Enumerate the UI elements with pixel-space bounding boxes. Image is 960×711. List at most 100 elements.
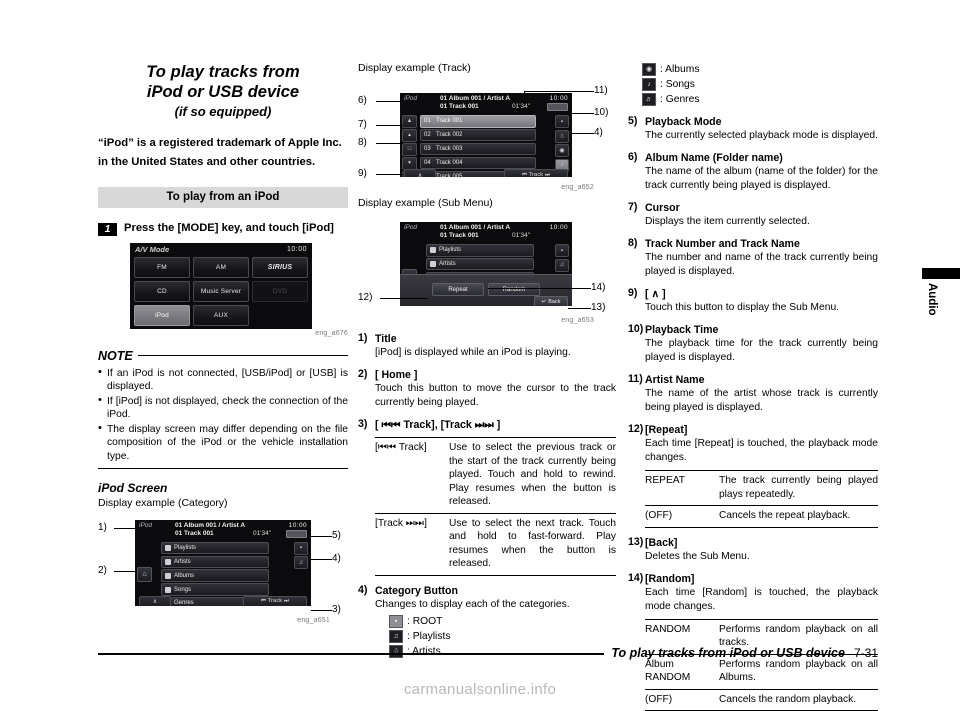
list-item: Songs (161, 583, 269, 596)
list-item: Playlists (426, 244, 534, 257)
av-mode-clock: 10:00 (287, 246, 307, 253)
playlists-icon (430, 247, 436, 253)
track-name: Track 001 (436, 118, 462, 124)
item-number: 8) (628, 237, 645, 279)
list-item-label: Albums (174, 573, 194, 579)
item-number: 7) (628, 201, 645, 229)
item-title: Artist Name (645, 373, 878, 387)
sub-menu-buttons: Repeat Random (400, 275, 572, 296)
item-number: 5) (628, 115, 645, 143)
ipod-category-screen: iPod 01 Album 001 / Artist A 01 Track 00… (135, 520, 311, 606)
item-desc: Each time [Repeat] is touched, the playb… (645, 437, 878, 465)
leader-line (311, 536, 332, 537)
back-arrow-icon: ↵ (542, 299, 547, 305)
callout-2: 2) (98, 565, 107, 576)
category-button-playlists[interactable]: ♫ (294, 556, 308, 569)
ipod-track-name: 01 Track 001 (175, 530, 214, 537)
category-button-root[interactable]: ▪ (294, 542, 308, 555)
item-11: 11) Artist Name The name of the artist w… (628, 373, 878, 415)
random-button[interactable]: Random (488, 283, 540, 296)
track-number: 03 (424, 146, 433, 152)
item-2: 2) [ Home ] Touch this button to move th… (358, 368, 616, 410)
item-title: Album Name (Folder name) (645, 151, 878, 165)
item-desc: Changes to display each of the categorie… (375, 598, 616, 612)
home-icon[interactable]: ⌂ (137, 567, 152, 582)
ipod-footer: ∧ ⏮ Track ⏭ (404, 170, 568, 177)
ipod-footer: ∧ ⏮ Track ⏭ (139, 597, 307, 606)
legend-row: ♪: Songs (642, 77, 878, 92)
ipod-submenu-screen: iPod 01 Album 001 / Artist A 01 Track 00… (400, 222, 572, 306)
callout-13: 13) (591, 302, 605, 313)
item-number: 9) (628, 287, 645, 315)
av-button-am[interactable]: AM (193, 257, 249, 278)
repeat-button[interactable]: Repeat (432, 283, 484, 296)
legend-label: : Playlists (407, 629, 451, 644)
av-button-fm[interactable]: FM (134, 257, 190, 278)
right-column: ◉: Albums ♪: Songs ♬: Genres 5) Playback… (628, 62, 878, 711)
ipod-body: ⌂ Playlists Artists Albums ▪ ♫ Repeat Ra… (400, 243, 572, 306)
ipod-playback-time: 01'34" (512, 232, 530, 239)
category-button-strip: ▪ ♫ (555, 244, 569, 272)
songs-icon (165, 587, 171, 593)
track-skip-button[interactable]: ⏮ Track ⏭ (243, 596, 307, 606)
ipod-screen-heading: iPod Screen (98, 481, 348, 495)
playback-mode-indicator (286, 530, 307, 538)
note-rule-bottom (98, 468, 348, 469)
note-item: If an iPod is not connected, [USB/iPod] … (98, 367, 348, 394)
ipod-album-artist: 01 Album 001 / Artist A (440, 95, 510, 102)
scroll-thumb[interactable]: □ (402, 143, 417, 156)
step-number: 1 (98, 223, 117, 236)
list-item: Playlists (161, 542, 269, 555)
av-button-music-server[interactable]: Music Server (193, 281, 249, 302)
av-button-cd[interactable]: CD (134, 281, 190, 302)
item-desc: The playback time for the track currentl… (645, 337, 878, 365)
callout-8: 8) (358, 137, 367, 148)
item-6: 6) Album Name (Folder name) The name of … (628, 151, 878, 193)
ipod-track-name: 01 Track 001 (440, 103, 479, 110)
scroll-top-icon[interactable]: ▲ (402, 115, 417, 128)
av-button-ipod[interactable]: iPod (134, 305, 190, 326)
scroll-up-icon[interactable]: ▴ (402, 129, 417, 142)
category-button-playlists[interactable]: ♫ (555, 259, 569, 272)
callout-7: 7) (358, 119, 367, 130)
ipod-body: ▲ ▴ □ ▾ ▼ 01Track 001 02Track 002 03Trac… (400, 114, 572, 177)
category-button-root[interactable]: ▪ (555, 244, 569, 257)
list-item-label: Playlists (174, 545, 196, 551)
item-13: 13) [Back] Deletes the Sub Menu. (628, 536, 878, 564)
item-8: 8) Track Number and Track Name The numbe… (628, 237, 878, 279)
leader-line (376, 143, 403, 144)
leader-line (524, 91, 525, 101)
track-button-table: [⏮⏮ Track] Use to select the previous tr… (375, 437, 616, 576)
back-button[interactable]: ↵ Back (534, 296, 568, 306)
category-button-albums[interactable]: ◉ (555, 144, 569, 157)
ipod-title-label: iPod (139, 522, 152, 529)
item-number: 2) (358, 368, 375, 410)
sub-menu-button[interactable]: ∧ (404, 169, 436, 177)
sub-menu-button[interactable]: ∧ (139, 596, 171, 606)
watermark: carmanualsonline.info (0, 681, 960, 698)
av-button-aux[interactable]: AUX (193, 305, 249, 326)
callout-4: 4) (332, 553, 341, 564)
ipod-playback-time: 01'34" (512, 103, 530, 110)
figure-track: iPod 01 Album 001 / Artist A 01 Track 00… (358, 81, 616, 189)
category-button-artists[interactable]: ☃ (555, 130, 569, 143)
table-cell-value: The track currently being played plays r… (719, 471, 878, 506)
item-1: 1) Title [iPod] is displayed while an iP… (358, 332, 616, 360)
track-skip-button[interactable]: ⏮ Track ⏭ (504, 169, 568, 177)
artists-icon (430, 261, 436, 267)
page-title: To play tracks from iPod or USB device (… (98, 62, 348, 121)
side-tab-label: Audio (926, 283, 938, 316)
note-heading: NOTE (98, 349, 348, 363)
scroll-down-icon[interactable]: ▾ (402, 157, 417, 170)
legend-row: ♫: Playlists (389, 629, 616, 644)
table-cell-key: [⏮⏮ Track] (375, 438, 449, 514)
leader-line (114, 528, 135, 529)
track-name: Track 004 (436, 160, 462, 166)
footer-page-number: 7-31 (845, 646, 878, 660)
ipod-body: ⌂ Playlists Artists Albums Songs Genres … (135, 541, 311, 606)
av-button-sirius[interactable]: SIRIUS (252, 257, 308, 278)
category-button-root[interactable]: ▪ (555, 115, 569, 128)
figure-caption-av: eng_a676 (98, 330, 348, 337)
ipod-clock: 10:00 (550, 95, 568, 102)
item-title: Cursor (645, 201, 878, 215)
